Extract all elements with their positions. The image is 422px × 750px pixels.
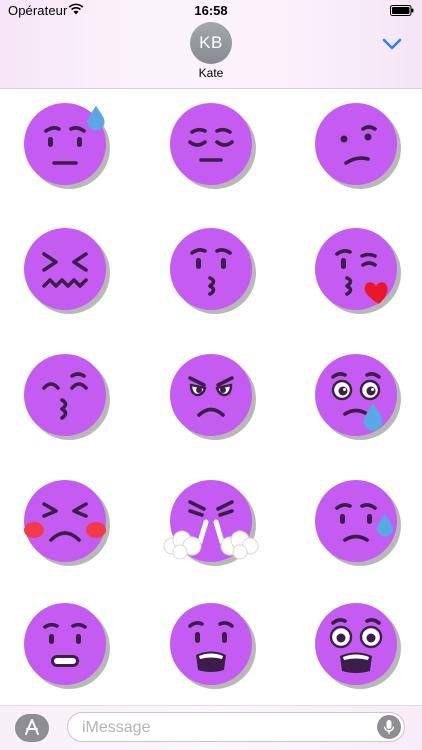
clock: 16:58 xyxy=(194,3,228,18)
microphone-icon xyxy=(383,720,395,734)
status-bar: Opérateur 16:58 xyxy=(0,0,422,22)
sticker-confounded-face[interactable] xyxy=(22,226,110,314)
sticker-angry-face[interactable] xyxy=(168,352,256,440)
battery-icon xyxy=(390,5,414,16)
sticker-kissing-smiling-eyes-face[interactable] xyxy=(22,352,110,440)
sticker-kissing-face[interactable] xyxy=(168,226,256,314)
sticker-grid xyxy=(0,89,422,705)
sticker-triumph-steam-face[interactable] xyxy=(163,478,259,566)
sticker-grimacing-face[interactable] xyxy=(22,601,110,689)
confounded-face-icon xyxy=(24,228,110,314)
face-blowing-a-kiss-icon xyxy=(315,228,401,314)
conversation-header: Opérateur 16:58 KB Kate xyxy=(0,0,422,89)
imessage-sticker-screen: Opérateur 16:58 KB Kate iMessage xyxy=(0,0,422,750)
sad-but-relieved-face-icon xyxy=(315,354,401,440)
relieved-face-icon xyxy=(170,103,256,189)
app-store-button[interactable] xyxy=(15,714,49,742)
kissing-face-icon xyxy=(170,228,256,314)
sticker-sad-tear-face[interactable] xyxy=(313,352,401,440)
sticker-relieved-face[interactable] xyxy=(168,101,256,189)
message-placeholder: iMessage xyxy=(82,719,151,736)
contact-name[interactable]: Kate xyxy=(0,66,422,80)
chevron-down-icon[interactable] xyxy=(378,34,406,54)
sticker-confused-face[interactable] xyxy=(313,101,401,189)
anxious-face-with-sweat-icon xyxy=(24,103,110,189)
sticker-anxious-sweat-face[interactable] xyxy=(22,101,110,189)
face-with-steam-from-nose-icon xyxy=(163,480,259,566)
angry-face-icon xyxy=(170,354,256,440)
sticker-tired-blush-face[interactable] xyxy=(22,478,110,566)
disappointed-but-relieved-face-icon xyxy=(315,480,401,566)
fearful-face-icon xyxy=(315,603,401,689)
sticker-anguished-face[interactable] xyxy=(168,601,256,689)
sticker-kissing-heart-face[interactable] xyxy=(313,226,401,314)
message-composer: iMessage xyxy=(0,705,422,750)
sticker-fearful-face[interactable] xyxy=(313,601,401,689)
kissing-face-with-smiling-eyes-icon xyxy=(24,354,110,440)
confused-face-icon xyxy=(315,103,401,189)
sticker-disappointed-sweat-face[interactable] xyxy=(313,478,401,566)
message-input[interactable]: iMessage xyxy=(67,712,405,742)
grimacing-face-icon xyxy=(24,603,110,689)
tired-face-icon xyxy=(24,480,110,566)
contact-avatar[interactable]: KB xyxy=(190,22,232,64)
app-store-icon xyxy=(25,719,39,735)
anguished-face-icon xyxy=(170,603,256,689)
microphone-button[interactable] xyxy=(377,715,401,739)
